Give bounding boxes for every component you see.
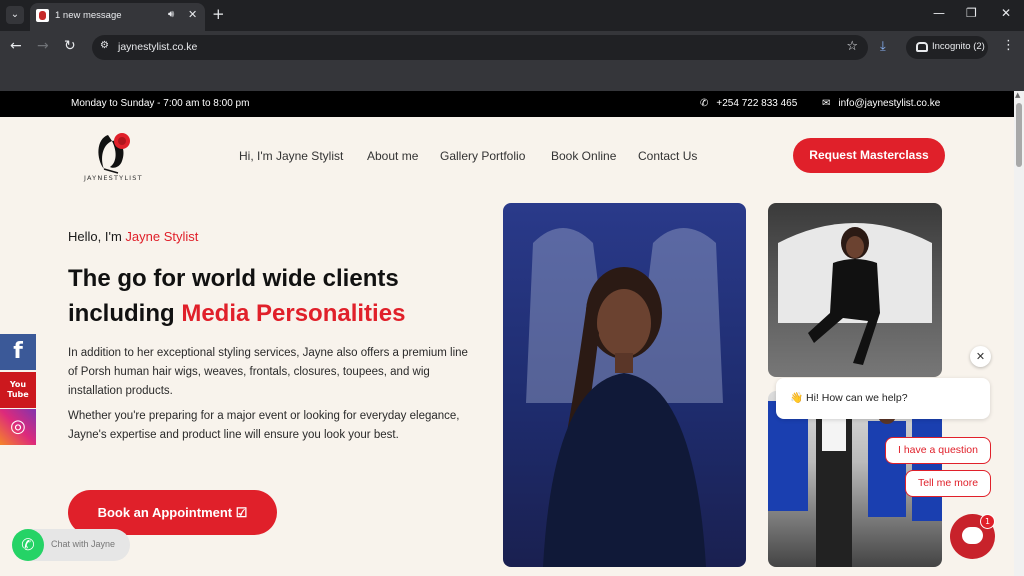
nav-item-contact[interactable]: Contact Us bbox=[638, 149, 697, 163]
youtube-text-2: Tube bbox=[7, 390, 29, 399]
browser-tabbar: ⌄ 1 new message 🔊︎ ✕ + — ❐ ✕ bbox=[0, 0, 1024, 31]
chat-bubble-icon bbox=[962, 527, 983, 544]
nav-item-gallery[interactable]: Gallery Portfolio bbox=[440, 149, 525, 163]
nav-item-book[interactable]: Book Online bbox=[551, 149, 616, 163]
info-bar: Monday to Sunday - 7:00 am to 8:00 pm ✆ +… bbox=[0, 91, 1014, 117]
facebook-icon[interactable]: f bbox=[0, 334, 36, 370]
opening-hours: Monday to Sunday - 7:00 am to 8:00 pm bbox=[71, 98, 250, 109]
download-icon[interactable]: ⤓ bbox=[880, 39, 886, 54]
star-icon[interactable]: ☆ bbox=[846, 39, 858, 54]
hello-name: Jayne Stylist bbox=[125, 229, 199, 244]
headline-prefix: including bbox=[68, 300, 182, 327]
reload-icon[interactable]: ↻ bbox=[64, 38, 76, 54]
url-text[interactable]: jaynestylist.co.ke bbox=[118, 41, 197, 53]
close-icon[interactable]: ✕ bbox=[188, 8, 197, 21]
logo-text: JAYNESTYLIST bbox=[84, 174, 143, 182]
back-icon[interactable]: ← bbox=[10, 38, 22, 54]
menu-icon[interactable]: ⋮ bbox=[1002, 38, 1015, 53]
restore-icon[interactable]: ❐ bbox=[966, 6, 977, 20]
hero-paragraph-2: Whether you're preparing for a major eve… bbox=[68, 410, 460, 441]
chat-unread-badge: 1 bbox=[980, 514, 995, 529]
scrollbar-thumb[interactable] bbox=[1016, 103, 1022, 167]
forward-icon[interactable]: → bbox=[37, 38, 49, 54]
incognito-button[interactable]: Incognito (2) bbox=[906, 36, 988, 59]
phone-number: +254 722 833 465 bbox=[716, 98, 798, 109]
email-address: info@jaynestylist.co.ke bbox=[838, 98, 941, 109]
request-masterclass-button[interactable]: Request Masterclass bbox=[793, 138, 945, 173]
browser-spacer bbox=[0, 64, 1024, 91]
incognito-icon bbox=[916, 42, 928, 52]
incognito-label: Incognito (2) bbox=[932, 41, 985, 52]
phone-link[interactable]: ✆ +254 722 833 465 bbox=[700, 98, 797, 109]
web-page: Monday to Sunday - 7:00 am to 8:00 pm ✆ +… bbox=[0, 91, 1014, 576]
youtube-text-1: You bbox=[9, 380, 27, 389]
browser-toolbar: ← → ↻ ⚙ jaynestylist.co.ke ☆ ⤓ Incognito… bbox=[0, 31, 1024, 64]
phone-icon: ✆ bbox=[700, 98, 709, 109]
browser-tab[interactable]: 1 new message 🔊︎ ✕ bbox=[30, 3, 205, 31]
whatsapp-chat-button[interactable]: ✆ Chat with Jayne bbox=[12, 529, 130, 561]
audio-icon[interactable]: 🔊︎ bbox=[168, 9, 174, 20]
chat-option-question[interactable]: I have a question bbox=[885, 437, 991, 464]
tab-title: 1 new message bbox=[55, 10, 122, 21]
new-tab-icon[interactable]: + bbox=[212, 5, 225, 23]
site-info-icon[interactable]: ⚙ bbox=[100, 40, 109, 51]
scroll-up-icon[interactable]: ▲ bbox=[1015, 91, 1020, 99]
window-close-icon[interactable]: ✕ bbox=[1001, 6, 1011, 20]
favicon-icon bbox=[36, 9, 49, 22]
headline-highlight: Media Personalities bbox=[181, 300, 406, 327]
whatsapp-icon: ✆ bbox=[12, 529, 44, 561]
hero-paragraph-1: In addition to her exceptional styling s… bbox=[68, 347, 468, 397]
chat-greeting-bubble: 👋 Hi! How can we help? bbox=[776, 378, 990, 419]
youtube-icon[interactable]: You Tube bbox=[0, 372, 36, 408]
hero-headline: The go for world wide clients including … bbox=[68, 261, 488, 331]
page-scrollbar[interactable]: ▲ bbox=[1014, 91, 1024, 576]
book-button-label: Book an Appointment bbox=[97, 505, 233, 520]
nav-item-home[interactable]: Hi, I'm Jayne Stylist bbox=[239, 149, 343, 163]
calendar-check-icon: ☑ bbox=[235, 505, 248, 520]
mail-icon: ✉ bbox=[822, 98, 831, 109]
chat-option-tell-more[interactable]: Tell me more bbox=[905, 470, 991, 497]
stylist-seated-photo bbox=[768, 203, 942, 377]
email-link[interactable]: ✉ info@jaynestylist.co.ke bbox=[822, 98, 940, 109]
whatsapp-label: Chat with Jayne bbox=[51, 539, 116, 549]
address-bar[interactable]: ⚙ jaynestylist.co.ke ☆ bbox=[92, 35, 868, 60]
nav-item-about[interactable]: About me bbox=[367, 149, 418, 163]
instagram-icon[interactable]: ◎ bbox=[0, 409, 36, 445]
hero-greeting: Hello, I'm Jayne Stylist bbox=[68, 229, 198, 244]
headline-line1: The go for world wide clients bbox=[68, 265, 399, 292]
stylist-portrait-photo bbox=[503, 203, 746, 567]
chat-close-icon[interactable]: ✕ bbox=[970, 346, 991, 367]
minimize-icon[interactable]: — bbox=[933, 6, 945, 20]
tab-search-icon[interactable]: ⌄ bbox=[6, 6, 24, 24]
hello-prefix: Hello, I'm bbox=[68, 229, 126, 244]
